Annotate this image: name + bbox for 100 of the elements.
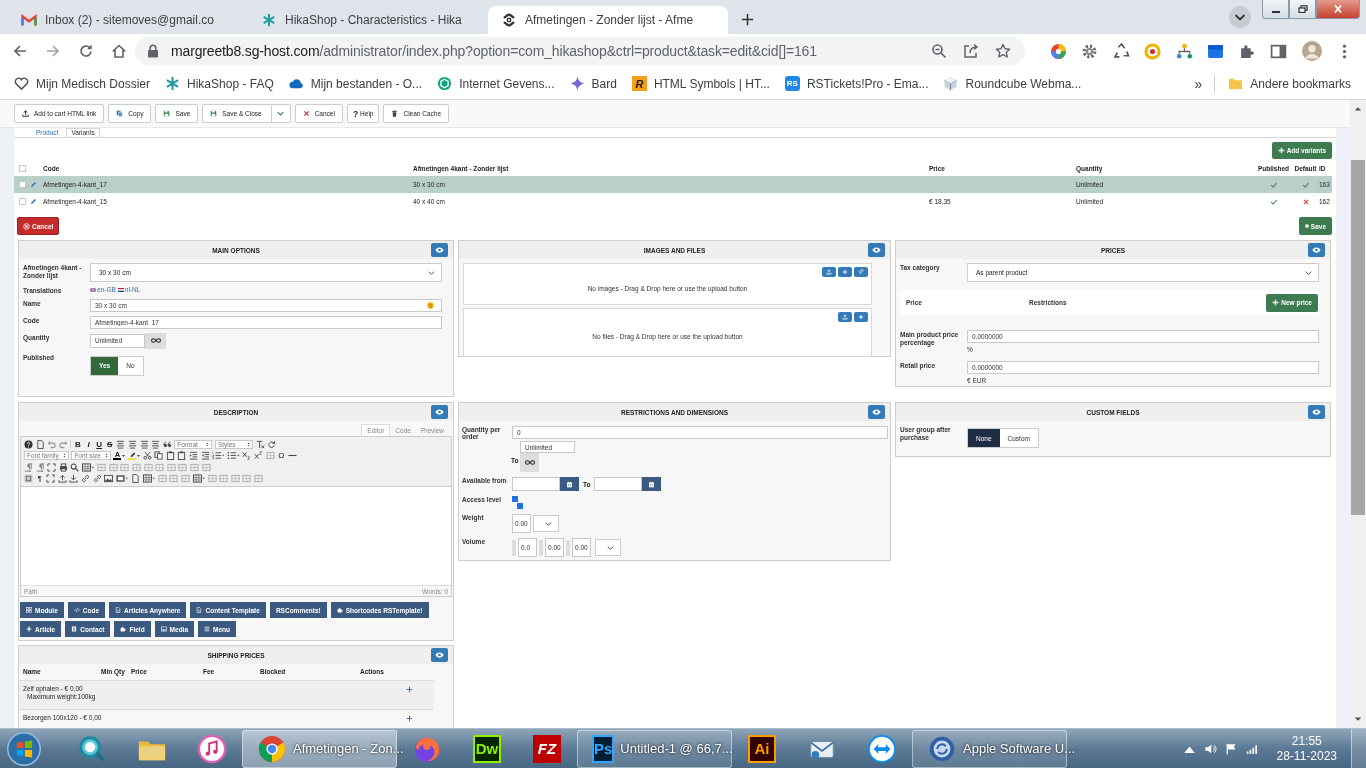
bookmark[interactable]: Mijn Medisch Dossier [14, 76, 151, 91]
table-cell-icon[interactable] [189, 462, 199, 472]
bullet-list-icon[interactable] [227, 451, 240, 461]
lock-icon[interactable] [147, 44, 159, 58]
browser-tab[interactable]: HikaShop - Characteristics - Hika [248, 6, 488, 34]
smiley-icon[interactable] [427, 301, 434, 309]
puzzle-icon[interactable] [1238, 42, 1256, 60]
reload-icon[interactable] [78, 43, 94, 59]
highlight-color-button[interactable] [127, 451, 140, 460]
table-icon[interactable] [192, 474, 206, 484]
taskbar-app[interactable]: FZ [517, 729, 577, 768]
select-all-checkbox[interactable] [18, 165, 26, 172]
square-icon[interactable] [1207, 42, 1224, 60]
table-cell-icon[interactable] [254, 474, 264, 484]
toggle-view-button[interactable] [431, 648, 448, 662]
date-field[interactable] [594, 477, 643, 491]
align-icon[interactable] [116, 439, 126, 449]
access-checkbox[interactable] [517, 503, 523, 509]
printer-icon[interactable] [58, 462, 68, 472]
taskbar-app[interactable]: Ps Untitled-1 @ 66,7... [577, 729, 732, 768]
numbered-list-icon[interactable] [212, 451, 225, 461]
dropdown-button[interactable] [271, 104, 291, 123]
gear-icon[interactable] [1081, 42, 1098, 60]
plus-icon[interactable] [740, 12, 755, 27]
table-cell-icon[interactable] [169, 474, 179, 484]
toggle-view-button[interactable] [1308, 405, 1325, 419]
outdent-icon[interactable] [200, 451, 210, 461]
subscript-icon[interactable] [242, 451, 252, 461]
bookmark[interactable]: HikaShop - FAQ [165, 76, 274, 91]
pencil-icon[interactable] [30, 198, 37, 205]
underline-button[interactable]: U [95, 439, 104, 449]
taskbar-app[interactable]: Ai [732, 729, 792, 768]
address-bar[interactable]: margreetb8.sg-host.com/administrator/index.php?option=com_hikashop&ctrl=product&task=edit&cid[]=161 [135, 37, 1025, 65]
table-cell-icon[interactable] [242, 474, 252, 484]
clock-time[interactable]: 21:55 [1291, 733, 1322, 749]
symbol-button[interactable]: ¶ [35, 474, 44, 484]
share-icon[interactable] [963, 43, 979, 59]
bookmark[interactable]: RS RSTickets!Pro - Ema... [784, 76, 929, 91]
table-cell-icon[interactable] [219, 474, 229, 484]
table-cell-icon[interactable] [108, 462, 118, 472]
table-cell-icon[interactable] [180, 474, 190, 484]
toggle-view-button[interactable] [1308, 243, 1325, 257]
upload-tool-button[interactable] [854, 267, 868, 277]
scroll-down-icon[interactable] [1354, 717, 1362, 722]
table-cell-icon[interactable] [265, 451, 275, 461]
upload-tool-button[interactable] [854, 312, 868, 322]
scissors-icon[interactable] [142, 451, 152, 461]
toggle-view-button[interactable] [431, 405, 448, 419]
bookmark[interactable]: Roundcube Webma... [943, 76, 1082, 91]
download-icon[interactable] [69, 474, 79, 484]
sidebar-icon[interactable] [1270, 42, 1287, 60]
unlimited-button[interactable] [145, 332, 166, 349]
ball-icon[interactable] [1049, 42, 1067, 60]
link-icon[interactable] [92, 474, 102, 484]
plus-icon[interactable] [406, 715, 413, 722]
italic-button[interactable]: I [84, 439, 93, 449]
reset-icon[interactable] [267, 439, 277, 449]
upload-icon[interactable] [57, 474, 67, 484]
table-cell-icon[interactable] [157, 474, 167, 484]
bookmark-folder[interactable]: Andere bookmarks [1228, 76, 1351, 91]
table-cell-icon[interactable] [120, 462, 130, 472]
link-icon[interactable] [80, 474, 90, 484]
restore-button[interactable] [1289, 0, 1316, 19]
table-cell-icon[interactable] [97, 462, 107, 472]
signal-icon[interactable] [1245, 742, 1259, 755]
plus-icon[interactable] [406, 686, 413, 693]
browser-tab[interactable]: Afmetingen - Zonder lijst - Afme [488, 6, 728, 34]
calendar-button[interactable] [642, 477, 662, 491]
table-cell-icon[interactable] [201, 462, 211, 472]
template-icon[interactable] [24, 474, 33, 484]
date-field[interactable] [512, 477, 560, 491]
bookmark[interactable]: R HTML Symbols | HT... [631, 76, 770, 91]
calendar-button[interactable] [560, 477, 579, 491]
upload-tool-button[interactable] [822, 267, 836, 277]
undo-icon[interactable] [47, 439, 57, 449]
ring-icon[interactable] [1144, 42, 1161, 60]
bookmark[interactable]: Bard [569, 76, 617, 91]
indent-icon[interactable] [188, 451, 198, 461]
table-cell-icon[interactable] [143, 462, 153, 472]
superscript-icon[interactable] [254, 451, 264, 461]
table-icon[interactable] [81, 462, 95, 472]
redo-icon[interactable] [58, 439, 68, 449]
align-icon[interactable] [151, 439, 161, 449]
clipboard-icon[interactable] [165, 451, 175, 461]
toggle-view-button[interactable] [868, 243, 885, 257]
more-bookmarks-button[interactable]: » [1194, 75, 1203, 92]
table-icon[interactable] [142, 474, 156, 484]
upload-tool-button[interactable] [838, 267, 852, 277]
scrollbar-thumb[interactable] [1351, 160, 1365, 515]
table-cell-icon[interactable] [230, 474, 240, 484]
minimize-button[interactable] [1262, 0, 1289, 19]
flag-icon[interactable] [1224, 742, 1238, 755]
image-icon[interactable] [104, 474, 114, 484]
chevron-icon[interactable] [1228, 5, 1252, 29]
table-cell-icon[interactable] [178, 462, 188, 472]
table-cell-icon[interactable] [131, 462, 141, 472]
strike-button[interactable]: S [105, 439, 114, 449]
table-cell-icon[interactable] [207, 474, 217, 484]
quote-icon[interactable] [162, 439, 172, 449]
bookmark[interactable]: Internet Gevens... [437, 76, 555, 91]
